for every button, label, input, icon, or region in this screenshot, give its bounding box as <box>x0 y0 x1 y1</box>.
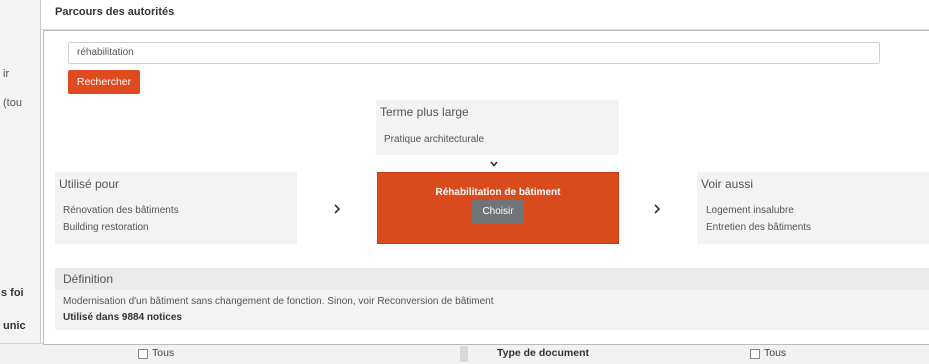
search-button[interactable]: Rechercher <box>68 70 140 94</box>
current-term-title: Réhabilitation de bâtiment <box>435 187 561 198</box>
chevron-down-icon <box>490 161 498 167</box>
see-also-item[interactable]: Entretien des bâtiments <box>706 222 811 233</box>
doc-type-heading: Type de document <box>497 347 589 359</box>
definition-heading: Définition <box>63 272 114 286</box>
background-text-fragment: (tou <box>3 97 22 109</box>
chevron-right-icon <box>334 204 341 214</box>
definition-text: Modernisation d'un bâtiment sans changem… <box>63 296 494 307</box>
filter-all-label: Tous <box>152 347 175 359</box>
used-for-item[interactable]: Rénovation des bâtiments <box>63 205 179 216</box>
checkbox-icon[interactable] <box>750 349 760 359</box>
usage-count: Utilisé dans 9884 notices <box>63 312 182 323</box>
filter-all-label: Tous <box>764 347 787 359</box>
modal-title: Parcours des autorités <box>55 6 175 18</box>
current-term-panel: Réhabilitation de bâtiment Choisir <box>377 172 619 244</box>
used-for-panel: Utilisé pour Rénovation des bâtiments Bu… <box>55 172 297 244</box>
chevron-right-icon <box>654 204 661 214</box>
see-also-item[interactable]: Logement insalubre <box>706 205 794 216</box>
broader-term-panel: Terme plus large Pratique architecturale <box>376 100 619 155</box>
broader-term-heading: Terme plus large <box>380 105 469 119</box>
authority-browser-modal: Parcours des autorités Rechercher Terme … <box>40 0 929 345</box>
background-text-fragment: unic <box>3 320 26 332</box>
definition-panel: Définition Modernisation d'un bâtiment s… <box>55 268 929 330</box>
used-for-heading: Utilisé pour <box>59 177 120 191</box>
search-input[interactable] <box>68 42 880 64</box>
checkbox-icon[interactable] <box>138 349 148 359</box>
background-text-fragment: ir <box>3 68 10 80</box>
see-also-heading: Voir aussi <box>701 177 754 191</box>
choose-button[interactable]: Choisir <box>472 200 524 224</box>
used-for-item[interactable]: Building restoration <box>63 222 149 233</box>
definition-header: Définition <box>55 268 929 290</box>
broader-term-item[interactable]: Pratique architecturale <box>384 134 484 145</box>
background-text-fragment: s foi <box>1 287 24 299</box>
modal-header: Parcours des autorités <box>41 0 929 30</box>
see-also-panel: Voir aussi Logement insalubre Entretien … <box>697 172 929 244</box>
background-filter-row: Tous Type de document Tous <box>0 343 929 364</box>
scrollbar-handle[interactable] <box>460 346 468 362</box>
